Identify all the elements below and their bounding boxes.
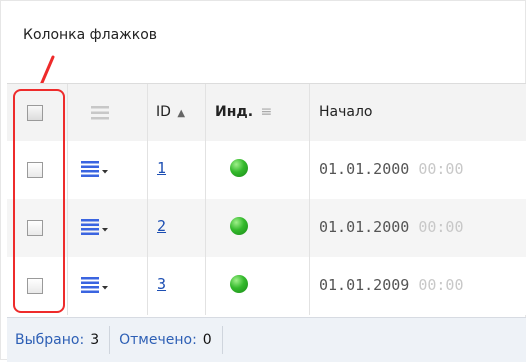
column-header-ind[interactable]: Инд. ≡ <box>215 104 272 120</box>
row-start-time-value: 00:00 <box>409 218 464 236</box>
column-menu-icon[interactable]: ≡ <box>260 104 272 120</box>
selected-label: Выбрано: <box>15 332 85 348</box>
grid-panel: Колонка флажков ID ▲ Инд. ≡ Начало 1 01.… <box>0 0 526 362</box>
status-divider <box>109 326 111 354</box>
column-header-ind-label: Инд. <box>215 104 254 120</box>
selected-count: 3 <box>90 332 100 348</box>
row-start-date: 01.01.2000 00:00 <box>319 218 464 236</box>
row-checkbox[interactable] <box>27 162 43 178</box>
status-divider <box>221 326 223 354</box>
sort-asc-icon: ▲ <box>177 108 186 119</box>
row-menu-icon[interactable] <box>81 276 111 296</box>
status-bar: Выбрано: 3 Отмечено: 0 <box>7 317 526 362</box>
column-header-id[interactable]: ID ▲ <box>156 104 185 120</box>
row-menu-header-icon <box>91 106 109 120</box>
row-id-link[interactable]: 2 <box>157 217 166 235</box>
row-id-link[interactable]: 1 <box>157 159 166 177</box>
select-all-checkbox[interactable] <box>27 105 43 121</box>
row-start-time-value: 00:00 <box>409 160 464 178</box>
column-header-id-label: ID <box>156 104 171 120</box>
row-start-time-value: 00:00 <box>409 276 464 294</box>
row-start-date-value: 01.01.2009 <box>319 276 410 294</box>
row-menu-icon[interactable] <box>81 160 111 180</box>
row-start-date-value: 01.01.2000 <box>319 160 410 178</box>
status-indicator-icon <box>230 159 248 177</box>
checked-label: Отмечено: <box>119 332 197 348</box>
row-checkbox[interactable] <box>27 220 43 236</box>
status-indicator-icon <box>230 217 248 235</box>
checked-count: 0 <box>202 332 212 348</box>
annotation-title: Колонка флажков <box>23 27 158 43</box>
grid-header-row: ID ▲ Инд. ≡ Начало <box>7 83 526 143</box>
row-id-link[interactable]: 3 <box>157 275 166 293</box>
table-row[interactable]: 2 01.01.2000 00:00 <box>7 199 526 257</box>
row-menu-icon[interactable] <box>81 218 111 238</box>
column-header-start[interactable]: Начало <box>319 104 372 120</box>
row-checkbox[interactable] <box>27 278 43 294</box>
row-start-date: 01.01.2009 00:00 <box>319 276 464 294</box>
table-row[interactable]: 3 01.01.2009 00:00 <box>7 257 526 315</box>
row-start-date: 01.01.2000 00:00 <box>319 160 464 178</box>
table-row[interactable]: 1 01.01.2000 00:00 <box>7 141 526 199</box>
status-indicator-icon <box>230 275 248 293</box>
row-start-date-value: 01.01.2000 <box>319 218 410 236</box>
